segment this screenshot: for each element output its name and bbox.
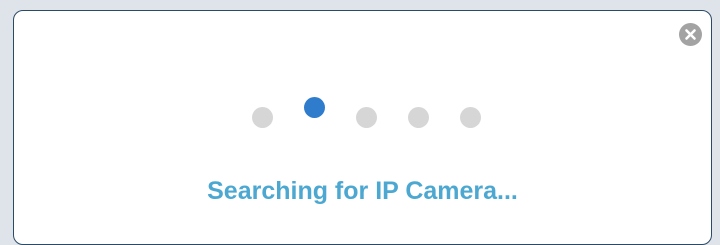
status-message: Searching for IP Camera... [207, 177, 518, 205]
loading-dot [408, 107, 429, 128]
close-icon [685, 29, 696, 40]
close-button[interactable] [679, 23, 702, 46]
search-dialog: Searching for IP Camera... [13, 10, 712, 245]
loading-dot [356, 107, 377, 128]
loading-indicator [250, 95, 481, 131]
loading-dot [460, 107, 481, 128]
loading-dot-active [304, 97, 325, 118]
loading-dot [252, 107, 273, 128]
